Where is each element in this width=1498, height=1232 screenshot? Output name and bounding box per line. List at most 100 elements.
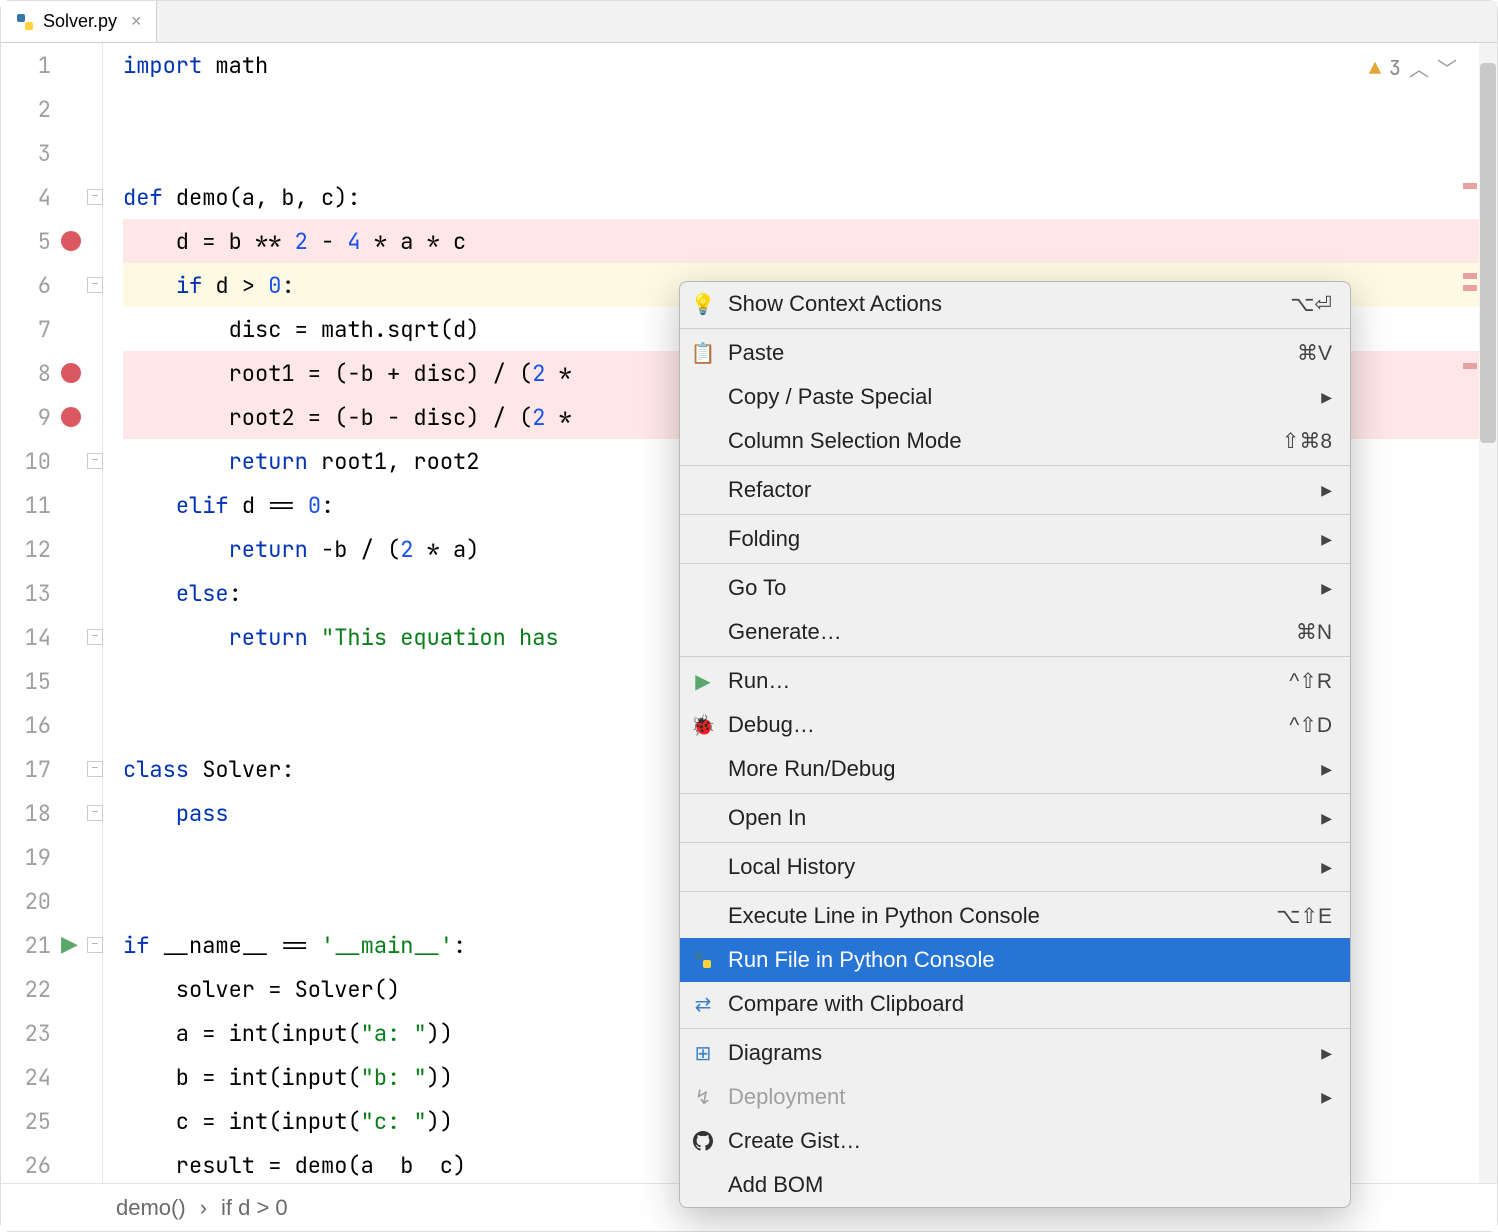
line-number[interactable]: 15 <box>11 659 51 703</box>
line-number[interactable]: 10 <box>11 439 51 483</box>
right-strip <box>1477 43 1497 1183</box>
line-number[interactable]: 6 <box>11 263 51 307</box>
fold-toggle-icon[interactable]: − <box>87 761 103 777</box>
menu-item-copy-paste-special[interactable]: Copy / Paste Special▶ <box>680 375 1350 419</box>
line-number[interactable]: 7 <box>11 307 51 351</box>
context-menu: 💡Show Context Actions⌥⏎ 📋 Paste ⌘V Copy / Pa… <box>679 281 1351 1208</box>
line-number[interactable]: 13 <box>11 571 51 615</box>
menu-item-execute-line-in-python-console[interactable]: Execute Line in Python Console⌥⇧E <box>680 894 1350 938</box>
menu-item-deployment: ↯Deployment▶ <box>680 1075 1350 1119</box>
line-number[interactable]: 25 <box>11 1099 51 1143</box>
menu-item-compare-with-clipboard[interactable]: ⇄Compare with Clipboard <box>680 982 1350 1026</box>
line-number[interactable]: 20 <box>11 879 51 923</box>
menu-item-create-gist[interactable]: Create Gist… <box>680 1119 1350 1163</box>
line-number[interactable]: 16 <box>11 703 51 747</box>
line-number[interactable]: 9 <box>11 395 51 439</box>
line-number[interactable]: 8 <box>11 351 51 395</box>
menu-item-more-run-debug[interactable]: More Run/Debug▶ <box>680 747 1350 791</box>
menu-item-paste[interactable]: 📋 Paste ⌘V <box>680 331 1350 375</box>
line-number[interactable]: 18 <box>11 791 51 835</box>
run-gutter-icon[interactable]: ▶ <box>61 931 78 957</box>
submenu-arrow-icon: ▶ <box>1321 580 1332 597</box>
menu-shortcut: ⌘N <box>1296 620 1332 645</box>
marker-bar[interactable] <box>1463 43 1477 1183</box>
line-number[interactable]: 2 <box>11 87 51 131</box>
menu-item-folding[interactable]: Folding▶ <box>680 517 1350 561</box>
breakpoint-icon[interactable] <box>61 407 81 427</box>
line-number[interactable]: 12 <box>11 527 51 571</box>
fold-toggle-icon[interactable]: − <box>87 453 103 469</box>
menu-separator <box>680 465 1350 466</box>
line-number[interactable]: 22 <box>11 967 51 1011</box>
line-number[interactable]: 5 <box>11 219 51 263</box>
fold-toggle-icon[interactable]: − <box>87 937 103 953</box>
error-marker[interactable] <box>1463 363 1477 369</box>
menu-item-show-context-actions[interactable]: 💡Show Context Actions⌥⏎ <box>680 282 1350 326</box>
code-line[interactable] <box>123 87 1497 131</box>
menu-item-add-bom[interactable]: Add BOM <box>680 1163 1350 1207</box>
menu-item-run[interactable]: ▶Run…^⇧R <box>680 659 1350 703</box>
close-tab-icon[interactable]: × <box>131 11 142 32</box>
menu-item-label: Compare with Clipboard <box>728 991 1332 1017</box>
line-number[interactable]: 19 <box>11 835 51 879</box>
code-line[interactable]: import math <box>123 43 1497 87</box>
menu-item-local-history[interactable]: Local History▶ <box>680 845 1350 889</box>
line-number[interactable]: 11 <box>11 483 51 527</box>
menu-shortcut: ⌘V <box>1297 341 1332 366</box>
breadcrumb-item[interactable]: if d > 0 <box>221 1195 288 1221</box>
bulb-icon: 💡 <box>690 292 716 317</box>
menu-item-column-selection-mode[interactable]: Column Selection Mode⇧⌘8 <box>680 419 1350 463</box>
fold-toggle-icon[interactable]: − <box>87 277 103 293</box>
menu-shortcut: ^⇧R <box>1289 669 1332 694</box>
line-number[interactable]: 23 <box>11 1011 51 1055</box>
menu-item-go-to[interactable]: Go To▶ <box>680 566 1350 610</box>
scrollbar-thumb[interactable] <box>1480 63 1496 443</box>
menu-item-run-file-in-python-console[interactable]: Run File in Python Console <box>680 938 1350 982</box>
line-number[interactable]: 17 <box>11 747 51 791</box>
menu-separator <box>680 563 1350 564</box>
deploy-icon: ↯ <box>690 1085 716 1110</box>
menu-item-generate[interactable]: Generate… ⌘N <box>680 610 1350 654</box>
fold-toggle-icon[interactable]: − <box>87 629 103 645</box>
github-icon <box>690 1131 716 1151</box>
line-number[interactable]: 21 <box>11 923 51 967</box>
python-file-icon <box>15 12 35 32</box>
line-number[interactable]: 1 <box>11 43 51 87</box>
gutter[interactable]: 1234567891011121314151617181920212223242… <box>1 43 103 1183</box>
menu-shortcut: ^⇧D <box>1289 713 1332 738</box>
breakpoint-icon[interactable] <box>61 363 81 383</box>
error-marker[interactable] <box>1463 273 1477 279</box>
error-marker[interactable] <box>1463 285 1477 291</box>
editor-tab[interactable]: Solver.py × <box>1 1 157 42</box>
menu-item-debug[interactable]: 🐞Debug…^⇧D <box>680 703 1350 747</box>
error-marker[interactable] <box>1463 183 1477 189</box>
menu-item-label: More Run/Debug <box>728 756 1309 782</box>
menu-item-label: Generate… <box>728 619 1284 645</box>
menu-item-refactor[interactable]: Refactor▶ <box>680 468 1350 512</box>
menu-item-label: Paste <box>728 340 1285 366</box>
menu-item-label: Debug… <box>728 712 1277 738</box>
fold-toggle-icon[interactable]: − <box>87 805 103 821</box>
menu-separator <box>680 514 1350 515</box>
diagram-icon: ⊞ <box>690 1041 716 1066</box>
line-number[interactable]: 14 <box>11 615 51 659</box>
fold-toggle-icon[interactable]: − <box>87 189 103 205</box>
clip-icon: 📋 <box>690 341 716 366</box>
breakpoint-icon[interactable] <box>61 231 81 251</box>
code-line[interactable]: d = b ** 2 - 4 * a * c <box>123 219 1497 263</box>
line-number[interactable]: 4 <box>11 175 51 219</box>
submenu-arrow-icon: ▶ <box>1321 389 1332 406</box>
scrollbar-track[interactable] <box>1479 43 1497 1183</box>
submenu-arrow-icon: ▶ <box>1321 531 1332 548</box>
line-number[interactable]: 26 <box>11 1143 51 1187</box>
code-line[interactable]: def demo(a, b, c): <box>123 175 1497 219</box>
breadcrumb-item[interactable]: demo() <box>116 1195 186 1221</box>
menu-item-open-in[interactable]: Open In▶ <box>680 796 1350 840</box>
line-number[interactable]: 24 <box>11 1055 51 1099</box>
menu-item-diagrams[interactable]: ⊞Diagrams▶ <box>680 1031 1350 1075</box>
menu-item-label: Open In <box>728 805 1309 831</box>
code-line[interactable] <box>123 131 1497 175</box>
menu-item-label: Run… <box>728 668 1277 694</box>
menu-separator <box>680 891 1350 892</box>
line-number[interactable]: 3 <box>11 131 51 175</box>
